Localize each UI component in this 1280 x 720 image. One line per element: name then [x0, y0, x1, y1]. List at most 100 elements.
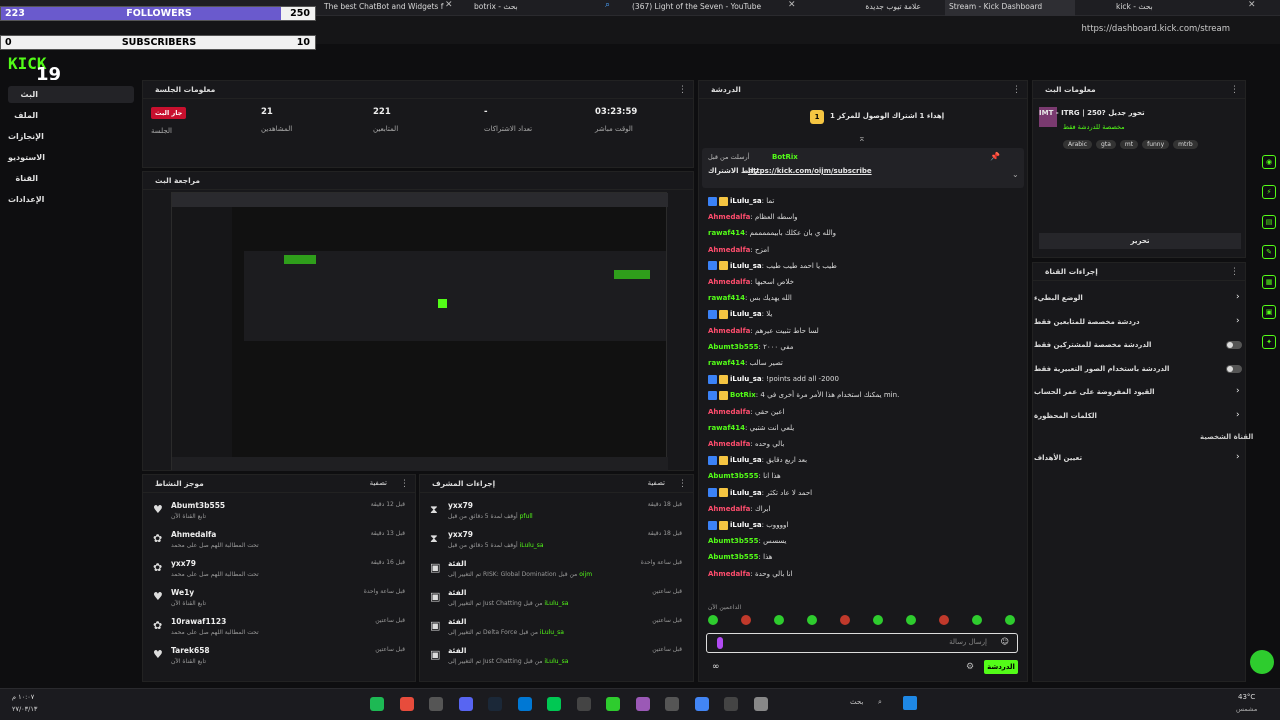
gear-icon[interactable]: ⚙: [966, 662, 974, 672]
chat-input[interactable]: إرسال رسالة ☺: [706, 633, 1018, 653]
sidebar-item-achievements[interactable]: الإنجازات: [8, 128, 134, 145]
chat-username[interactable]: Ahmedalfa: [708, 327, 750, 335]
stream-tag[interactable]: mt: [1119, 140, 1139, 149]
chat-username[interactable]: iLulu_sa: [730, 197, 762, 205]
tab-botrix-search[interactable]: botrix - بحث: [470, 0, 600, 16]
activity-item[interactable]: ✿ Ahmedalfa تحت المطالبة اللهم صل على محمد…: [149, 528, 409, 556]
emote-icon[interactable]: [840, 615, 850, 625]
chat-message[interactable]: iLulu_sa: يلا: [708, 307, 1028, 321]
moderation-item[interactable]: ▣ الفئة تم التغيير إلى RISK: Global Domina…: [426, 557, 686, 585]
stream-tag[interactable]: mtrb: [1173, 140, 1198, 149]
chat-message[interactable]: Ahmedalfa: امزح: [708, 243, 1028, 257]
chat-message[interactable]: iLulu_sa: طيب يا احمد طيب طيب: [708, 259, 1028, 273]
close-icon[interactable]: ✕: [788, 0, 796, 10]
chat-username[interactable]: Abumt3b555: [708, 537, 759, 545]
tab-youtube[interactable]: (367) Light of the Seven - YouTube: [628, 0, 768, 16]
chat-message[interactable]: Ahmedalfa: لسا حاط تثبيت عيرهم: [708, 324, 1028, 338]
moderation-item[interactable]: ▣ الفئة تم التغيير إلى Delta Force من قبل …: [426, 615, 686, 643]
moderation-item[interactable]: ⧗ yxx79 أوقف لمدة 5 دقائق من قبل iLulu_sa ق…: [426, 528, 686, 556]
pin-icon[interactable]: 📌: [990, 152, 1000, 161]
chat-username[interactable]: iLulu_sa: [730, 456, 762, 464]
taskbar-app-icon[interactable]: [370, 697, 384, 711]
chevron-down-icon[interactable]: ⌄: [1012, 170, 1019, 179]
taskbar-app-icon[interactable]: [399, 697, 414, 711]
channel-action-row[interactable]: دردشة مخصصة للمتابعين فقط: [1034, 314, 1244, 330]
close-icon[interactable]: ✕: [445, 0, 453, 10]
chat-username[interactable]: rawaf414: [708, 424, 745, 432]
more-icon[interactable]: ⋮: [1230, 81, 1239, 99]
expand-icon[interactable]: ⌅: [858, 134, 866, 144]
emote-icon[interactable]: [906, 615, 916, 625]
chat-username[interactable]: Ahmedalfa: [708, 440, 750, 448]
chat-username[interactable]: iLulu_sa: [730, 262, 762, 270]
chat-message[interactable]: Ahmedalfa: خلاص اسحبها: [708, 275, 1028, 289]
moderation-item[interactable]: ⧗ yxx79 أوقف لمدة 5 دقائق من قبل pfull قبل …: [426, 499, 686, 527]
taskbar-app-icon[interactable]: [635, 697, 650, 711]
moderation-item[interactable]: ▣ الفئة تم التغيير إلى Just Chatting من قب…: [426, 586, 686, 614]
tab-kick-search[interactable]: kick - بحث: [1112, 0, 1232, 16]
chat-message[interactable]: iLulu_sa: اووووب: [708, 518, 1028, 532]
chat-message[interactable]: rawaf414: الله يهديك بس: [708, 291, 1028, 305]
rail-button[interactable]: ⚡: [1262, 185, 1276, 199]
chat-username[interactable]: rawaf414: [708, 294, 745, 302]
pinned-message[interactable]: أرسلت من قبل BotRix رابط الاشتراك https:…: [702, 148, 1024, 188]
sidebar-item-channel[interactable]: القناة: [8, 170, 134, 187]
emote-icon[interactable]: [939, 615, 949, 625]
chat-username[interactable]: Abumt3b555: [708, 343, 759, 351]
chat-message[interactable]: iLulu_sa: بعد اربع دقايق: [708, 453, 1028, 467]
chat-message[interactable]: Ahmedalfa: اعين حقي: [708, 405, 1028, 419]
more-icon[interactable]: ⋮: [400, 475, 409, 493]
chat-username[interactable]: iLulu_sa: [730, 375, 762, 383]
more-icon[interactable]: ⋮: [1230, 263, 1239, 281]
chat-username[interactable]: rawaf414: [708, 229, 745, 237]
taskbar-app-icon[interactable]: [753, 697, 768, 711]
taskbar-app-icon[interactable]: [665, 697, 679, 711]
close-icon[interactable]: ✕: [1248, 0, 1256, 10]
activity-item[interactable]: ♥ Abumt3b555 تابع القناة الآن قبل 12 دقيقة: [149, 499, 409, 527]
emote-icon[interactable]: [972, 615, 982, 625]
chat-message[interactable]: Ahmedalfa: انا بالي وحدة: [708, 567, 1028, 581]
toggle-switch[interactable]: [1226, 341, 1242, 350]
chat-username[interactable]: Ahmedalfa: [708, 246, 750, 254]
chat-message[interactable]: rawaf414: والله ي بان عكلك بابيمممممم: [708, 226, 1028, 240]
emote-icon[interactable]: [708, 615, 718, 625]
taskbar-app-icon[interactable]: [724, 697, 738, 711]
activity-item[interactable]: ✿ 10rawaf1123 تحت المطالبة اللهم صل على مح…: [149, 615, 409, 643]
chat-username[interactable]: Ahmedalfa: [708, 505, 750, 513]
chat-username[interactable]: BotRix: [730, 391, 756, 399]
rail-button[interactable]: ▦: [1262, 275, 1276, 289]
set-goals-row[interactable]: تعيين الأهداف: [1034, 450, 1244, 466]
sidebar-item-studio[interactable]: الاستوديو: [8, 149, 134, 166]
chat-username[interactable]: iLulu_sa: [730, 489, 762, 497]
more-icon[interactable]: ⋮: [1012, 81, 1021, 99]
tab-kick-dashboard[interactable]: Stream - Kick Dashboard: [945, 0, 1075, 16]
taskbar-app-icon[interactable]: [517, 697, 532, 711]
chat-username[interactable]: Ahmedalfa: [708, 213, 750, 221]
chat-message[interactable]: iLulu_sa: احمد لا عاد تكثر: [708, 486, 1028, 500]
rail-button[interactable]: ✦: [1262, 335, 1276, 349]
sidebar-item-stream[interactable]: البث: [8, 86, 134, 103]
chat-message[interactable]: Abumt3b555: هذا انا: [708, 469, 1028, 483]
chat-message[interactable]: Ahmedalfa: واسطه العظام: [708, 210, 1028, 224]
taskbar-app-icon[interactable]: [547, 697, 561, 711]
moderation-item[interactable]: ▣ الفئة تم التغيير إلى Just Chatting من قب…: [426, 644, 686, 672]
channel-action-row[interactable]: الكلمات المحظورة: [1034, 408, 1244, 424]
stream-preview-video[interactable]: [171, 192, 668, 471]
chat-message[interactable]: Abumt3b555: هذا: [708, 550, 1028, 564]
emote-icon[interactable]: [1005, 615, 1015, 625]
chat-message[interactable]: Abumt3b555: يسسس: [708, 534, 1028, 548]
rail-button[interactable]: ▣: [1262, 305, 1276, 319]
chat-message[interactable]: rawaf414: تصير سالب: [708, 356, 1028, 370]
assistant-button[interactable]: [1250, 650, 1274, 674]
emoji-icon[interactable]: ☺: [1001, 637, 1009, 646]
emote-icon[interactable]: [873, 615, 883, 625]
toggle-switch[interactable]: [1226, 364, 1242, 373]
chat-username[interactable]: Ahmedalfa: [708, 408, 750, 416]
url-text[interactable]: https://dashboard.kick.com/stream: [1040, 24, 1230, 38]
activity-item[interactable]: ✿ yxx79 تحت المطالبة اللهم صل على محمد قبل …: [149, 557, 409, 585]
taskbar-app-icon[interactable]: [488, 697, 502, 711]
chat-username[interactable]: iLulu_sa: [730, 310, 762, 318]
sidebar-item-profile[interactable]: الملف: [8, 107, 134, 124]
start-icon[interactable]: [903, 696, 917, 710]
channel-action-row[interactable]: الدردشة مخصصة للمشتركين فقط: [1034, 337, 1244, 353]
